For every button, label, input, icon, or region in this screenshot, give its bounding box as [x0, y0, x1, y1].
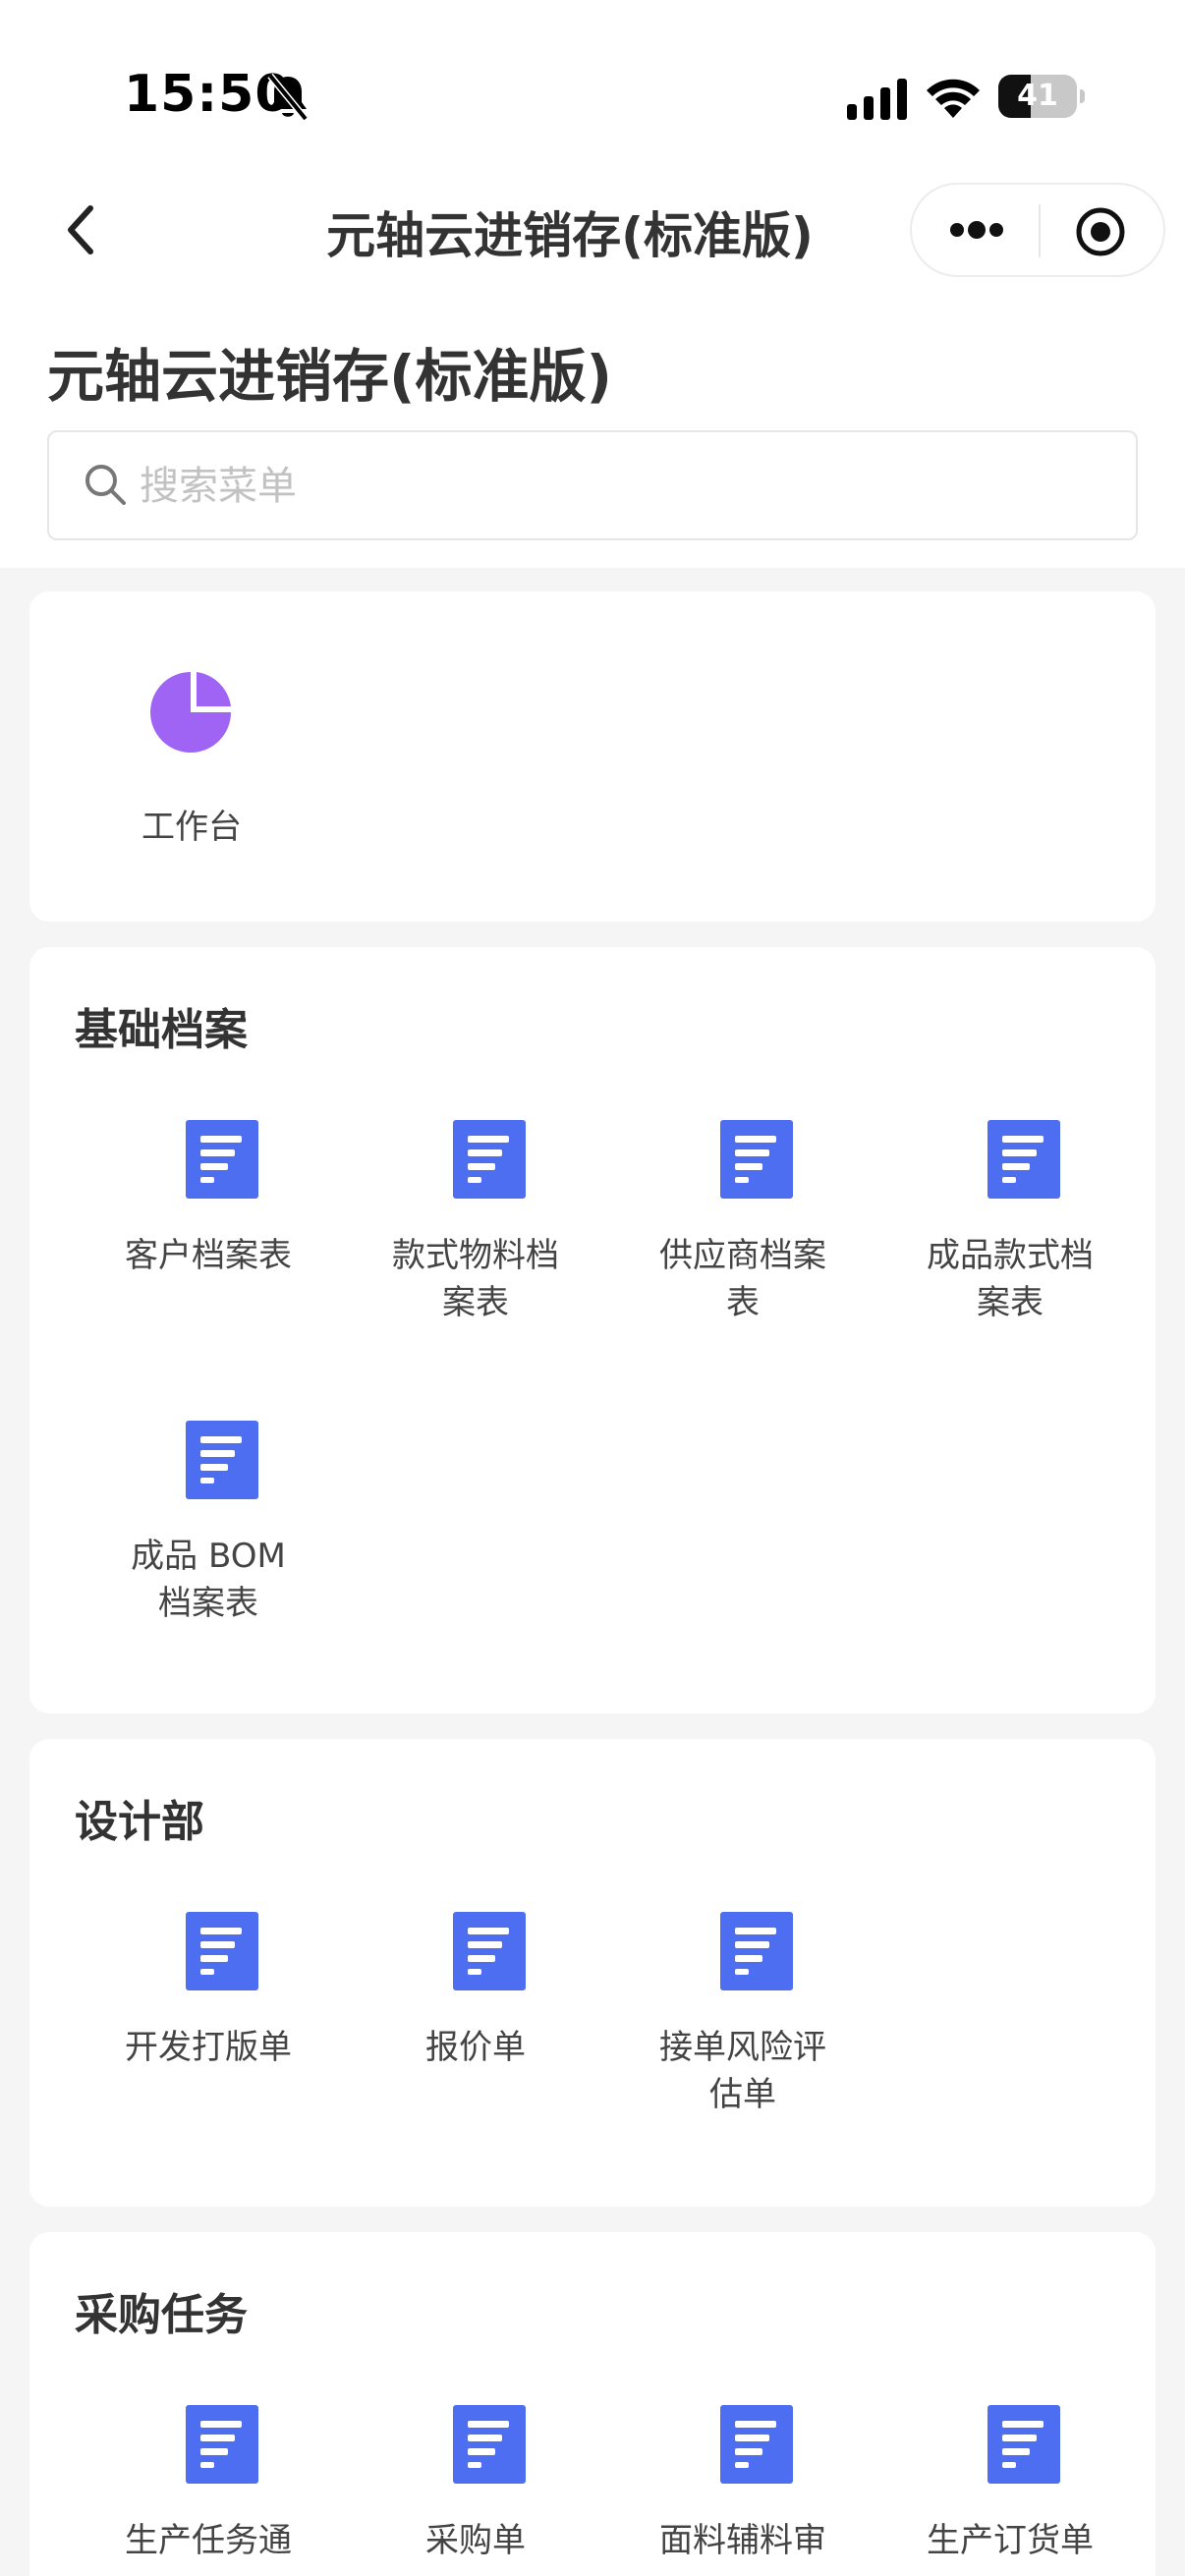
menu-item-dev-sample-order[interactable]: 开发打版单	[75, 1912, 342, 2148]
document-icon	[186, 2405, 258, 2484]
cellular-signal-icon	[847, 79, 907, 120]
section-basic-archives: 基础档案 客户档案表 款式物料档案表 供应商档案表 成品款式档案表 成品 BOM…	[29, 947, 1156, 1713]
menu-item-quotation[interactable]: 报价单	[342, 1912, 609, 2148]
bell-off-icon	[267, 73, 309, 122]
search-icon	[85, 465, 126, 505]
menu-item-label: 报价单	[425, 2028, 526, 2067]
status-bar: 15:50 41	[0, 0, 1185, 147]
document-icon	[720, 2405, 793, 2484]
menu-item-label: 采购单	[425, 2521, 526, 2560]
menu-item-label: 开发打版单	[125, 2028, 292, 2067]
section-purchase-tasks: 采购任务 生产任务通 采购单 面料辅料审 生产订货单	[29, 2232, 1156, 2576]
menu-item-finished-bom-archive[interactable]: 成品 BOM 档案表	[75, 1421, 342, 1656]
menu-item-production-task-notice[interactable]: 生产任务通	[75, 2405, 342, 2576]
search-input[interactable]	[140, 452, 1083, 521]
menu-item-label: 生产订货单	[927, 2521, 1094, 2560]
menu-item-production-order[interactable]: 生产订货单	[876, 2405, 1144, 2576]
menu-item-fabric-accessory-review[interactable]: 面料辅料审	[609, 2405, 876, 2576]
document-icon	[720, 1120, 793, 1199]
menu-item-label: 生产任务通	[125, 2521, 292, 2560]
close-target-icon[interactable]	[1075, 206, 1126, 257]
menu-item-label: 成品款式档案表	[927, 1236, 1094, 1322]
section-title: 基础档案	[75, 1005, 248, 1055]
section-title: 采购任务	[75, 2290, 248, 2340]
menu-item-style-material-archive[interactable]: 款式物料档案表	[342, 1120, 609, 1356]
workspace-tile[interactable]: 工作台	[29, 672, 354, 849]
document-icon	[186, 1912, 258, 1990]
document-icon	[453, 1912, 526, 1990]
back-arrow-icon[interactable]	[61, 200, 100, 259]
menu-item-purchase-order[interactable]: 采购单	[342, 2405, 609, 2576]
nav-title: 元轴云进销存(标准版)	[326, 207, 814, 264]
menu-item-label: 成品 BOM 档案表	[131, 1537, 286, 1623]
wifi-icon	[927, 79, 980, 118]
menu-item-label: 款式物料档案表	[392, 1236, 559, 1322]
page-title: 元轴云进销存(标准版)	[47, 343, 613, 410]
section-title: 设计部	[75, 1797, 204, 1847]
document-icon	[186, 1421, 258, 1499]
section-design-dept: 设计部 开发打版单 报价单 接单风险评估单	[29, 1739, 1156, 2207]
menu-item-customer-archive[interactable]: 客户档案表	[75, 1120, 342, 1356]
menu-item-finished-style-archive[interactable]: 成品款式档案表	[876, 1120, 1144, 1356]
search-bar[interactable]	[47, 430, 1138, 540]
menu-item-label: 供应商档案表	[659, 1236, 826, 1322]
menu-item-label: 客户档案表	[125, 1236, 292, 1275]
document-icon	[988, 2405, 1060, 2484]
document-icon	[453, 2405, 526, 2484]
pie-chart-icon	[150, 672, 231, 753]
document-icon	[988, 1120, 1060, 1199]
workspace-label: 工作台	[141, 808, 242, 847]
more-icon[interactable]	[947, 210, 1006, 250]
document-icon	[720, 1912, 793, 1990]
header-area: 15:50 41 元轴云进销存(标准版) 元轴云进销存(标准版) 搜索菜单	[0, 0, 1185, 568]
battery-level: 41	[1017, 79, 1058, 113]
menu-item-order-risk-assessment[interactable]: 接单风险评估单	[609, 1912, 876, 2148]
document-icon	[186, 1120, 258, 1199]
menu-item-label: 接单风险评估单	[659, 2028, 826, 2114]
menu-item-label: 面料辅料审	[659, 2521, 826, 2560]
document-icon	[453, 1120, 526, 1199]
capsule-divider	[1039, 204, 1041, 257]
menu-item-supplier-archive[interactable]: 供应商档案表	[609, 1120, 876, 1356]
battery-icon: 41	[998, 75, 1085, 118]
mini-program-capsule	[910, 183, 1165, 277]
workspace-card: 工作台	[29, 591, 1156, 922]
